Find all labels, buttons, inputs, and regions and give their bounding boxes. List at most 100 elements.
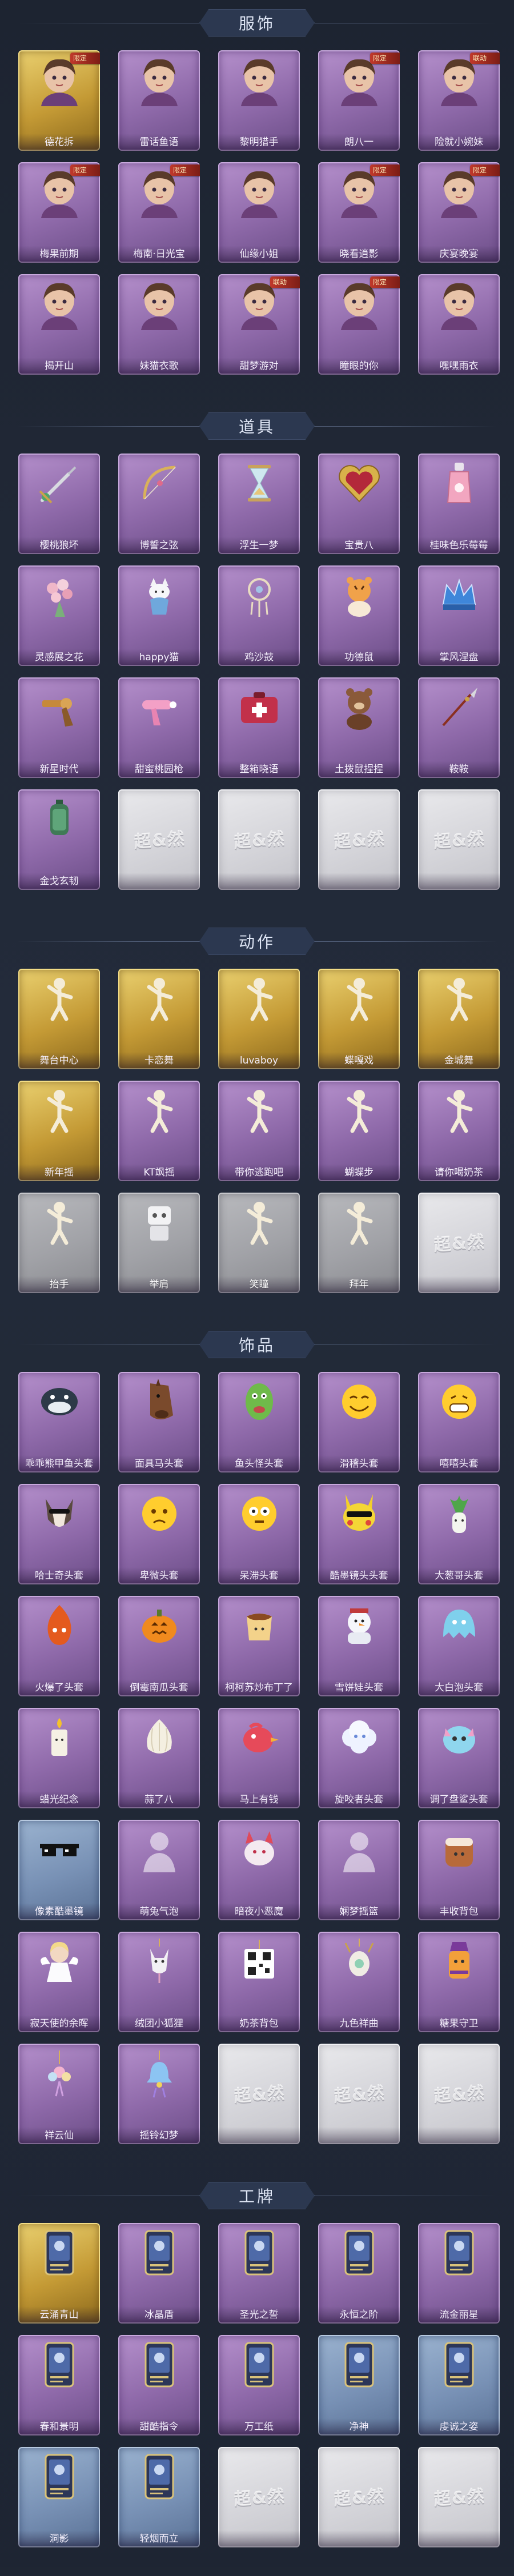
- item-card[interactable]: 超&然: [318, 2044, 400, 2144]
- item-card[interactable]: happy猫: [118, 565, 200, 666]
- item-card[interactable]: 柯柯苏炒布丁了: [218, 1596, 300, 1696]
- item-card[interactable]: 雪饼娃头套: [318, 1596, 400, 1696]
- item-card[interactable]: 限定 瞳眼的你: [318, 274, 400, 375]
- item-card[interactable]: 超&然: [318, 789, 400, 890]
- item-card[interactable]: 哈士奇头套: [18, 1484, 100, 1584]
- item-card[interactable]: 舞台中心: [18, 969, 100, 1069]
- item-card[interactable]: 超&然: [218, 2044, 300, 2144]
- item-card[interactable]: 掌风涅盘: [418, 565, 500, 666]
- item-card[interactable]: 寂天使的余晖: [18, 1932, 100, 2032]
- item-card[interactable]: 马上有钱: [218, 1708, 300, 1808]
- item-card[interactable]: 滑稽头套: [318, 1372, 400, 1472]
- item-card[interactable]: 蒜了八: [118, 1708, 200, 1808]
- item-card[interactable]: 祥云仙: [18, 2044, 100, 2144]
- item-card[interactable]: 倒霉南瓜头套: [118, 1596, 200, 1696]
- item-card[interactable]: 仙缘小姐: [218, 162, 300, 263]
- item-card[interactable]: 面具马头套: [118, 1372, 200, 1472]
- item-card[interactable]: 妹猫衣歌: [118, 274, 200, 375]
- item-card[interactable]: 火爆了头套: [18, 1596, 100, 1696]
- item-card[interactable]: 限定 德花拆: [18, 50, 100, 151]
- item-card[interactable]: 卑微头套: [118, 1484, 200, 1584]
- item-card[interactable]: 限定 梅南·日光宝: [118, 162, 200, 263]
- item-card[interactable]: 拜年: [318, 1193, 400, 1293]
- item-card[interactable]: 鸡沙鼓: [218, 565, 300, 666]
- item-card[interactable]: 黎明猎手: [218, 50, 300, 151]
- item-card[interactable]: 流金丽星: [418, 2223, 500, 2324]
- item-card[interactable]: KT飒摇: [118, 1081, 200, 1181]
- item-card[interactable]: 乖乖熊甲鱼头套: [18, 1372, 100, 1472]
- item-card[interactable]: 抬手: [18, 1193, 100, 1293]
- item-card[interactable]: 金城舞: [418, 969, 500, 1069]
- item-card[interactable]: 糖果守卫: [418, 1932, 500, 2032]
- item-card[interactable]: luvaboy: [218, 969, 300, 1069]
- item-card[interactable]: 限定 朗八一: [318, 50, 400, 151]
- item-card[interactable]: 功德鼠: [318, 565, 400, 666]
- item-card[interactable]: 超&然: [418, 2447, 500, 2547]
- item-card[interactable]: 超&然: [418, 2044, 500, 2144]
- item-card[interactable]: 净神: [318, 2335, 400, 2435]
- item-card[interactable]: 超&然: [418, 789, 500, 890]
- item-card[interactable]: 带你逃跑吧: [218, 1081, 300, 1181]
- item-card[interactable]: 甜酷指令: [118, 2335, 200, 2435]
- item-card[interactable]: 丰收背包: [418, 1820, 500, 1920]
- item-card[interactable]: 像素酷墨镜: [18, 1820, 100, 1920]
- item-card[interactable]: 博誓之弦: [118, 454, 200, 554]
- item-card[interactable]: 旋咬者头套: [318, 1708, 400, 1808]
- item-card[interactable]: 樱桃狼坏: [18, 454, 100, 554]
- item-card[interactable]: 超&然: [218, 789, 300, 890]
- item-card[interactable]: 酷墨镜头头套: [318, 1484, 400, 1584]
- item-card[interactable]: 蝶嘎戏: [318, 969, 400, 1069]
- item-card[interactable]: 新年摇: [18, 1081, 100, 1181]
- item-card[interactable]: 嘿嘿雨衣: [418, 274, 500, 375]
- item-card[interactable]: 浮生一梦: [218, 454, 300, 554]
- item-card[interactable]: 整箱晓语: [218, 677, 300, 778]
- item-card[interactable]: 嘻嘻头套: [418, 1372, 500, 1472]
- item-card[interactable]: 甜蜜桃园枪: [118, 677, 200, 778]
- item-card[interactable]: 奶茶背包: [218, 1932, 300, 2032]
- item-card[interactable]: 超&然: [418, 1193, 500, 1293]
- item-card[interactable]: 摇铃幻梦: [118, 2044, 200, 2144]
- item-card[interactable]: 联动 险就小婉妹: [418, 50, 500, 151]
- item-card[interactable]: 洞影: [18, 2447, 100, 2547]
- item-card[interactable]: 冰晶盾: [118, 2223, 200, 2324]
- item-card[interactable]: 鱼头怪头套: [218, 1372, 300, 1472]
- item-card[interactable]: 娴梦摇篮: [318, 1820, 400, 1920]
- item-card[interactable]: 限定 晓看逍影: [318, 162, 400, 263]
- item-card[interactable]: 大葱哥头套: [418, 1484, 500, 1584]
- item-card[interactable]: 呆滞头套: [218, 1484, 300, 1584]
- item-card[interactable]: 调了盘鲨头套: [418, 1708, 500, 1808]
- item-card[interactable]: 桂味色乐莓莓: [418, 454, 500, 554]
- item-card[interactable]: 灵感展之花: [18, 565, 100, 666]
- item-card[interactable]: 绒团小狐狸: [118, 1932, 200, 2032]
- item-card[interactable]: 蝴蝶步: [318, 1081, 400, 1181]
- item-card[interactable]: 虔诚之姿: [418, 2335, 500, 2435]
- item-card[interactable]: 超&然: [218, 2447, 300, 2547]
- item-card[interactable]: 金戈玄韧: [18, 789, 100, 890]
- item-card[interactable]: 蜡光纪念: [18, 1708, 100, 1808]
- item-card[interactable]: 云涌青山: [18, 2223, 100, 2324]
- item-card[interactable]: 暗夜小恶魔: [218, 1820, 300, 1920]
- item-card[interactable]: 萌兔气泡: [118, 1820, 200, 1920]
- item-card[interactable]: 卡恋舞: [118, 969, 200, 1069]
- item-card[interactable]: 雷话鱼语: [118, 50, 200, 151]
- item-card[interactable]: 宝贵八: [318, 454, 400, 554]
- item-card[interactable]: 举肩: [118, 1193, 200, 1293]
- item-card[interactable]: 圣光之誓: [218, 2223, 300, 2324]
- item-card[interactable]: 请你喝奶茶: [418, 1081, 500, 1181]
- item-card[interactable]: 春和景明: [18, 2335, 100, 2435]
- item-card[interactable]: 轻烟而立: [118, 2447, 200, 2547]
- item-card[interactable]: 大白泡头套: [418, 1596, 500, 1696]
- item-card[interactable]: 揭开山: [18, 274, 100, 375]
- item-card[interactable]: 鞍鞍: [418, 677, 500, 778]
- item-card[interactable]: 万工纸: [218, 2335, 300, 2435]
- item-card[interactable]: 九色祥曲: [318, 1932, 400, 2032]
- item-card[interactable]: 土拨鼠捏捏: [318, 677, 400, 778]
- item-card[interactable]: 新星时代: [18, 677, 100, 778]
- item-card[interactable]: 永恒之阶: [318, 2223, 400, 2324]
- item-card[interactable]: 联动 甜梦游对: [218, 274, 300, 375]
- item-card[interactable]: 笑瞳: [218, 1193, 300, 1293]
- item-card[interactable]: 限定 梅果前期: [18, 162, 100, 263]
- item-card[interactable]: 限定 庆宴晚宴: [418, 162, 500, 263]
- item-card[interactable]: 超&然: [318, 2447, 400, 2547]
- item-card[interactable]: 超&然: [118, 789, 200, 890]
